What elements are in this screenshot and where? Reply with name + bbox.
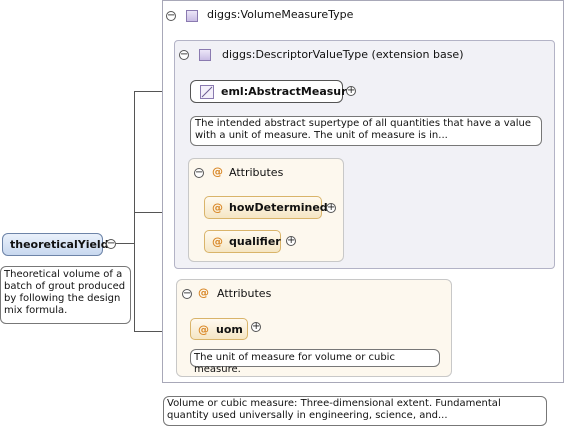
attribute-uom[interactable]: @ uom xyxy=(190,318,248,340)
uom-doc: The unit of measure for volume or cubic … xyxy=(190,349,440,375)
abstract-measure-element[interactable]: eml:AbstractMeasure xyxy=(190,80,354,103)
attribute-icon: @ xyxy=(198,323,209,336)
collapse-icon[interactable]: − xyxy=(166,11,176,21)
volume-measure-type-title: diggs:VolumeMeasureType xyxy=(207,8,354,21)
attribute-how-determined[interactable]: @ howDetermined xyxy=(204,196,328,219)
theoretical-yield-element[interactable]: theoreticalYield xyxy=(2,233,109,256)
theoretical-yield-label: theoreticalYield xyxy=(10,238,109,251)
descriptor-value-type-title: diggs:DescriptorValueType (extension bas… xyxy=(222,48,464,61)
expand-icon[interactable]: + xyxy=(251,322,261,332)
expand-icon[interactable]: + xyxy=(326,203,336,213)
connector-root-to-branch xyxy=(116,243,134,244)
expand-icon[interactable]: + xyxy=(346,86,356,96)
connector-branch-vertical xyxy=(134,91,135,331)
uom-label: uom xyxy=(216,323,243,336)
collapse-icon[interactable]: − xyxy=(106,239,116,249)
abstract-measure-label: eml:AbstractMeasure xyxy=(221,85,355,98)
theoretical-yield-doc: Theoretical volume of a batch of grout p… xyxy=(0,266,131,324)
attribute-icon: @ xyxy=(212,201,223,214)
inner-attributes-title: Attributes xyxy=(229,166,284,179)
qualifier-label: qualifier xyxy=(229,235,281,248)
attribute-icon: @ xyxy=(212,235,223,248)
attribute-qualifier[interactable]: @ qualifier xyxy=(204,230,281,253)
collapse-icon[interactable]: − xyxy=(179,50,189,60)
complex-type-icon xyxy=(199,49,211,61)
volume-measure-type-doc: Volume or cubic measure: Three-dimension… xyxy=(163,396,547,426)
outer-attributes-title: Attributes xyxy=(217,287,272,300)
how-determined-label: howDetermined xyxy=(229,201,328,214)
collapse-icon[interactable]: − xyxy=(194,168,204,178)
attribute-icon: @ xyxy=(212,165,223,178)
collapse-icon[interactable]: − xyxy=(182,289,192,299)
expand-icon[interactable]: + xyxy=(286,236,296,246)
abstract-measure-doc: The intended abstract supertype of all q… xyxy=(190,116,542,146)
abstract-type-icon xyxy=(200,85,214,99)
complex-type-icon xyxy=(186,10,198,22)
attribute-icon: @ xyxy=(198,286,209,299)
